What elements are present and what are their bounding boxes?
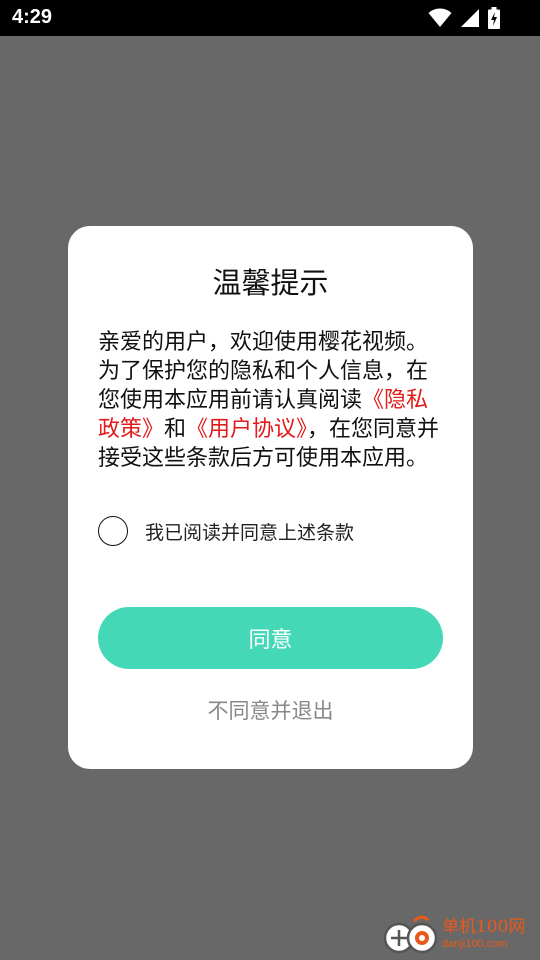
consent-label[interactable]: 我已阅读并同意上述条款 (145, 518, 354, 545)
user-agreement-link[interactable]: 《用户协议》 (186, 417, 307, 442)
agree-button[interactable]: 同意 (98, 607, 443, 669)
status-icons (428, 7, 500, 29)
signal-icon (461, 9, 479, 27)
privacy-dialog: 温馨提示 亲爱的用户，欢迎使用樱花视频。为了保护您的隐私和个人信息，在您使用本应… (68, 226, 473, 769)
consent-checkbox[interactable] (98, 516, 128, 546)
wifi-icon (428, 8, 452, 27)
watermark-logo-icon (384, 915, 438, 954)
dialog-message: 亲爱的用户，欢迎使用樱花视频。为了保护您的隐私和个人信息，在您使用本应用前请认真… (98, 328, 443, 473)
watermark: 单机100网 danji100.com (384, 912, 534, 956)
battery-charging-icon (488, 7, 500, 29)
consent-row[interactable]: 我已阅读并同意上述条款 (98, 515, 354, 547)
watermark-name: 单机100网 (442, 916, 526, 937)
watermark-text: 单机100网 danji100.com (442, 916, 526, 950)
status-bar: 4:29 (0, 0, 540, 36)
status-time: 4:29 (12, 6, 53, 28)
message-text-2: 和 (164, 417, 187, 442)
watermark-domain: danji100.com (442, 937, 508, 950)
disagree-exit-link[interactable]: 不同意并退出 (68, 695, 473, 725)
dialog-title: 温馨提示 (212, 266, 329, 300)
